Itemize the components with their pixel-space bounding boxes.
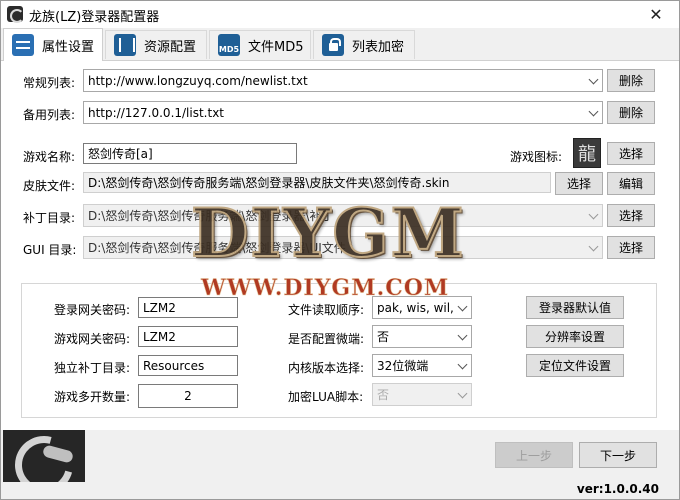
tab-properties[interactable]: 属性设置: [3, 28, 103, 61]
app-window: 龙族(LZ)登录器配置器 ✕ 属性设置 资源配置 MD5 文件MD5 列表加密 …: [0, 0, 680, 500]
resource-icon: [114, 34, 136, 56]
title-bar: 龙族(LZ)登录器配置器 ✕: [1, 1, 679, 28]
encrypt-lua-select[interactable]: 否: [372, 383, 472, 406]
file-read-order-select[interactable]: pak, wis, wil,: [372, 296, 472, 319]
chevron-down-icon: [588, 74, 599, 85]
game-icon-label: 游戏图标:: [510, 150, 563, 164]
patch-dir-label: 补丁目录:: [23, 211, 76, 225]
game-gateway-password-label: 游戏网关密码:: [54, 332, 131, 346]
login-gateway-password-input[interactable]: LZM2: [138, 297, 238, 318]
game-gateway-password-input[interactable]: LZM2: [138, 326, 238, 347]
game-dragon-icon: 龍: [573, 138, 601, 168]
lock-file-icon: [322, 34, 344, 56]
chevron-down-icon: [457, 359, 468, 370]
chevron-down-icon: [588, 209, 599, 220]
file-read-order-label: 文件读取顺序:: [288, 303, 365, 317]
kernel-version-value: 32位微端: [377, 359, 429, 373]
settings-icon: [12, 34, 34, 56]
chevron-down-icon: [457, 388, 468, 399]
app-logo-icon: [7, 6, 24, 23]
delete-regular-button[interactable]: 删除: [607, 69, 655, 92]
skin-file-label: 皮肤文件:: [23, 179, 76, 193]
next-step-button[interactable]: 下一步: [579, 442, 657, 468]
choose-gui-button[interactable]: 选择: [607, 236, 655, 259]
encrypt-lua-label: 加密LUA脚本:: [288, 390, 364, 404]
regular-list-label: 常规列表:: [23, 76, 76, 90]
multi-open-count-input[interactable]: 2: [138, 384, 238, 408]
game-name-label: 游戏名称:: [23, 150, 76, 164]
md5-icon: MD5: [218, 34, 240, 56]
backup-list-value: http://127.0.0.1/list.txt: [88, 105, 225, 120]
tab-file-md5[interactable]: MD5 文件MD5: [209, 30, 311, 59]
edit-skin-button[interactable]: 编辑: [607, 172, 655, 195]
gui-dir-value: D:\怒剑传奇\怒剑传奇服务端\怒剑登录器\UI文件: [88, 241, 346, 255]
tab-label: 属性设置: [42, 39, 95, 55]
properties-panel: 常规列表: http://www.longzuyq.com/newlist.tx…: [1, 60, 679, 430]
window-title: 龙族(LZ)登录器配置器: [29, 10, 160, 25]
locate-file-settings-button[interactable]: 定位文件设置: [526, 354, 624, 377]
skin-file-field[interactable]: D:\怒剑传奇\怒剑传奇服务端\怒剑登录器\皮肤文件夹\怒剑传奇.skin: [83, 172, 551, 193]
tab-label: 文件MD5: [248, 39, 304, 55]
chevron-down-icon: [457, 301, 468, 312]
login-gateway-password-label: 登录网关密码:: [54, 303, 131, 317]
micro-client-value: 否: [377, 330, 390, 344]
multi-open-count-label: 游戏多开数量:: [54, 390, 131, 404]
tab-label: 资源配置: [144, 39, 197, 55]
tab-label: 列表加密: [352, 39, 405, 55]
backup-list-combo[interactable]: http://127.0.0.1/list.txt: [83, 101, 603, 124]
backup-list-label: 备用列表:: [23, 108, 76, 122]
kernel-version-select[interactable]: 32位微端: [372, 354, 472, 377]
standalone-patch-dir-label: 独立补丁目录:: [54, 361, 131, 375]
choose-icon-button[interactable]: 选择: [607, 142, 655, 165]
micro-client-select[interactable]: 否: [372, 325, 472, 348]
tab-resources[interactable]: 资源配置: [105, 30, 207, 59]
encrypt-lua-value: 否: [377, 388, 390, 402]
close-button[interactable]: ✕: [633, 1, 679, 28]
standalone-patch-dir-input[interactable]: Resources: [138, 355, 238, 376]
footer: 上一步 下一步 ver:1.0.0.40: [1, 430, 679, 499]
delete-backup-button[interactable]: 删除: [607, 101, 655, 124]
choose-patch-button[interactable]: 选择: [607, 204, 655, 227]
chevron-down-icon: [588, 106, 599, 117]
advanced-settings-group: 登录网关密码: LZM2 游戏网关密码: LZM2 独立补丁目录: Resour…: [21, 283, 657, 418]
patch-dir-value: D:\怒剑传奇\怒剑传奇服务端\怒剑登录器\补丁: [88, 209, 334, 223]
chevron-down-icon: [457, 330, 468, 341]
prev-step-button[interactable]: 上一步: [495, 442, 573, 468]
resolution-settings-button[interactable]: 分辨率设置: [526, 325, 624, 348]
regular-list-value: http://www.longzuyq.com/newlist.txt: [88, 73, 308, 88]
file-read-order-value: pak, wis, wil,: [377, 300, 454, 315]
choose-skin-button[interactable]: 选择: [555, 172, 603, 195]
version-label: ver:1.0.0.40: [576, 482, 659, 496]
gui-dir-combo[interactable]: D:\怒剑传奇\怒剑传奇服务端\怒剑登录器\UI文件: [83, 236, 603, 259]
micro-client-label: 是否配置微端:: [288, 332, 365, 346]
tab-list-encrypt[interactable]: 列表加密: [313, 30, 415, 59]
tab-bar: 属性设置 资源配置 MD5 文件MD5 列表加密: [1, 28, 679, 61]
chevron-down-icon: [588, 241, 599, 252]
kernel-version-label: 内核版本选择:: [288, 361, 365, 375]
patch-dir-combo[interactable]: D:\怒剑传奇\怒剑传奇服务端\怒剑登录器\补丁: [83, 204, 603, 227]
launcher-default-button[interactable]: 登录器默认值: [526, 296, 624, 319]
regular-list-combo[interactable]: http://www.longzuyq.com/newlist.txt: [83, 69, 603, 92]
gui-dir-label: GUI 目录:: [23, 243, 77, 257]
dragon-logo-icon: [3, 430, 85, 482]
game-name-input[interactable]: 怒剑传奇[a]: [83, 143, 297, 164]
